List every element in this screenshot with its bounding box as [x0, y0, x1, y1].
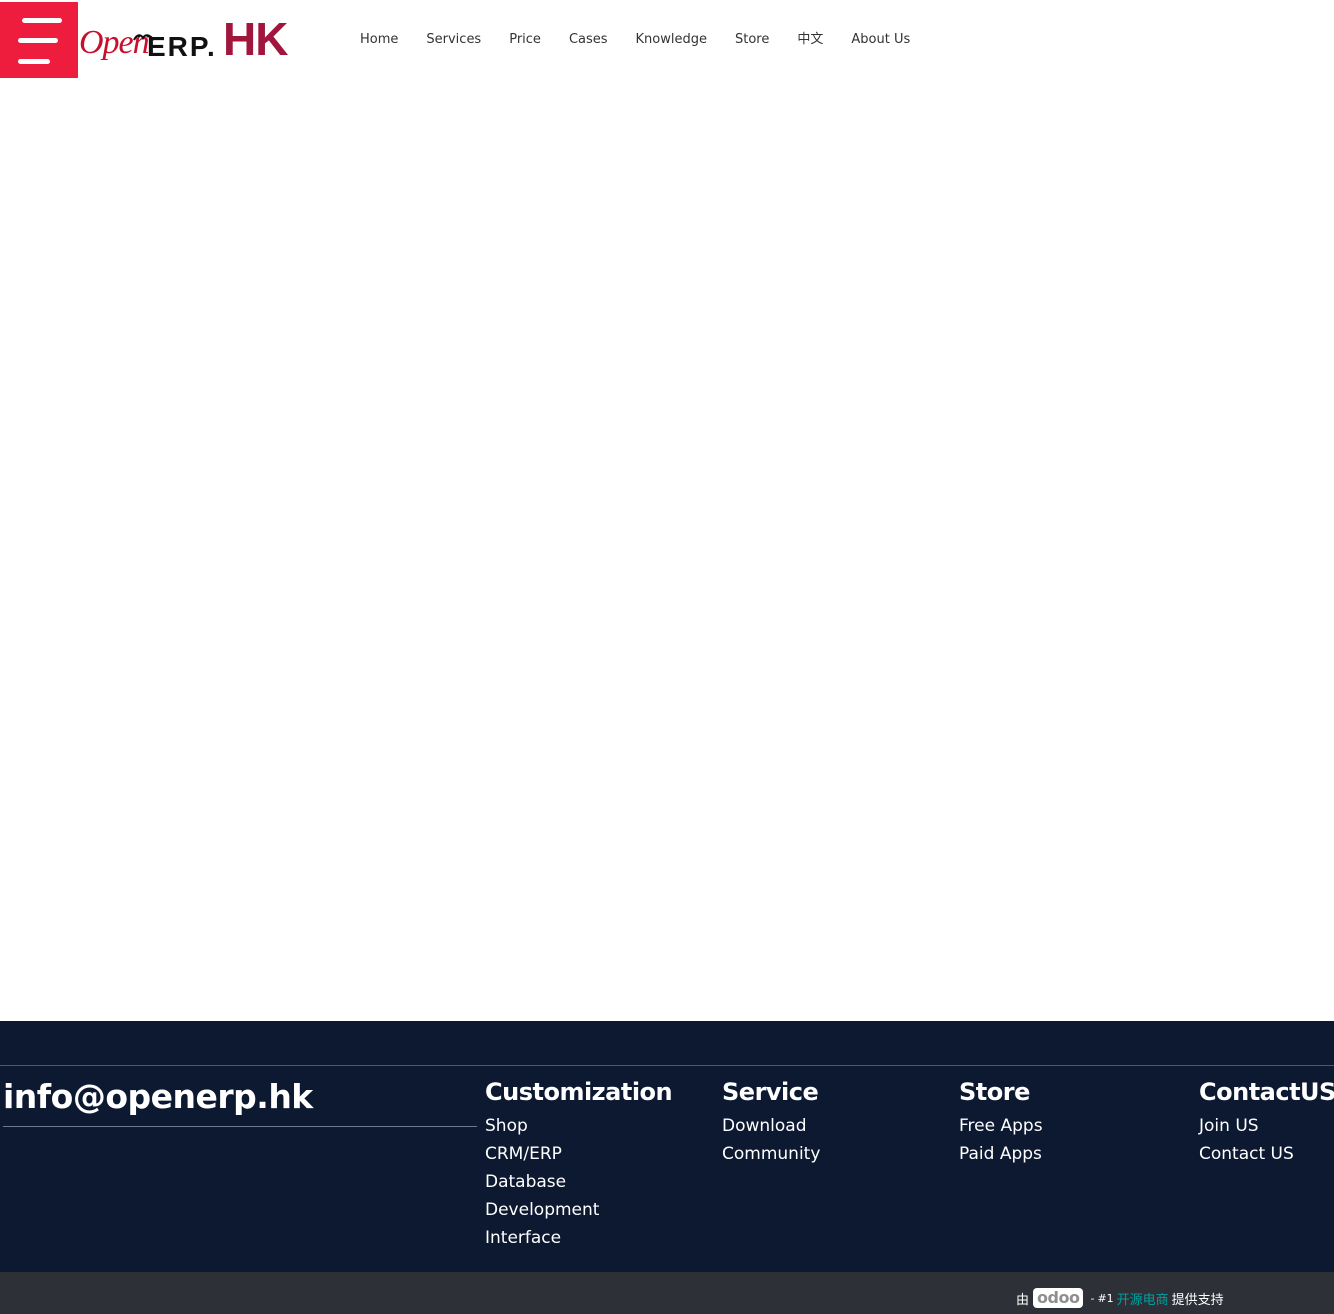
menu-bar [18, 38, 58, 43]
powered-by-separator: - [1090, 1291, 1095, 1305]
menu-bar [22, 18, 62, 23]
footer-email-divider [3, 1126, 477, 1127]
footer-link-community[interactable]: Community [722, 1140, 820, 1168]
logo-open-text: Open [79, 24, 150, 61]
footer-link-crm-erp[interactable]: CRM/ERP [485, 1140, 672, 1168]
powered-by-prefix: 由 [1016, 1292, 1030, 1308]
nav-chinese[interactable]: 中文 [797, 31, 823, 49]
footer-link-shop[interactable]: Shop [485, 1112, 672, 1140]
odoo-logo[interactable]: odoo [1033, 1288, 1084, 1308]
nav-services[interactable]: Services [426, 31, 481, 49]
nav-store[interactable]: Store [735, 31, 769, 49]
footer-column-store: Store Free Apps Paid Apps [959, 1077, 1043, 1168]
footer-column-service: Service Download Community [722, 1077, 820, 1168]
footer-column-title: Service [722, 1078, 819, 1106]
nav-knowledge[interactable]: Knowledge [636, 31, 707, 49]
footer-link-database[interactable]: Database [485, 1168, 672, 1196]
footer-column-customization: Customization Shop CRM/ERP Database Deve… [485, 1077, 673, 1252]
main-nav: Home Services Price Cases Knowledge Stor… [360, 31, 938, 49]
site-logo[interactable]: Open ERP. HK [79, 13, 294, 65]
footer-email[interactable]: info@openerp.hk [3, 1077, 313, 1116]
hamburger-menu-icon[interactable] [0, 2, 78, 78]
powered-by: 由 odoo - #1 开源电商 提供支持 [1016, 1288, 1224, 1308]
powered-by-suffix: 提供支持 [1171, 1292, 1224, 1308]
logo-hk-text: HK [223, 13, 288, 65]
nav-home[interactable]: Home [360, 31, 398, 49]
site-footer: info@openerp.hk Customization Shop CRM/E… [0, 1021, 1334, 1272]
open-source-ecommerce-link[interactable]: 开源电商 [1117, 1289, 1169, 1308]
powered-by-rank: #1 [1097, 1291, 1114, 1305]
footer-link-free-apps[interactable]: Free Apps [959, 1112, 1043, 1140]
footer-column-contact: ContactUS Join US Contact US [1199, 1077, 1334, 1168]
odoo-logo-text: odoo [1037, 1288, 1080, 1307]
nav-about-us[interactable]: About Us [851, 31, 910, 49]
footer-column-title: ContactUS [1199, 1078, 1334, 1106]
footer-link-paid-apps[interactable]: Paid Apps [959, 1140, 1043, 1168]
nav-price[interactable]: Price [509, 31, 541, 49]
site-header: Open ERP. HK Home Services Price Cases K… [0, 0, 1334, 80]
footer-link-contact-us[interactable]: Contact US [1199, 1140, 1334, 1168]
menu-bar [18, 59, 50, 64]
footer-column-title: Store [959, 1078, 1030, 1106]
footer-link-development[interactable]: Development [485, 1196, 672, 1224]
footer-link-download[interactable]: Download [722, 1112, 820, 1140]
footer-link-interface[interactable]: Interface [485, 1224, 672, 1252]
logo-erp-text: ERP. [147, 31, 217, 62]
footer-link-join-us[interactable]: Join US [1199, 1112, 1334, 1140]
footer-divider [0, 1065, 1334, 1066]
nav-cases[interactable]: Cases [569, 31, 608, 49]
footer-column-title: Customization [485, 1078, 673, 1106]
powered-by-bar: 由 odoo - #1 开源电商 提供支持 [0, 1272, 1334, 1314]
